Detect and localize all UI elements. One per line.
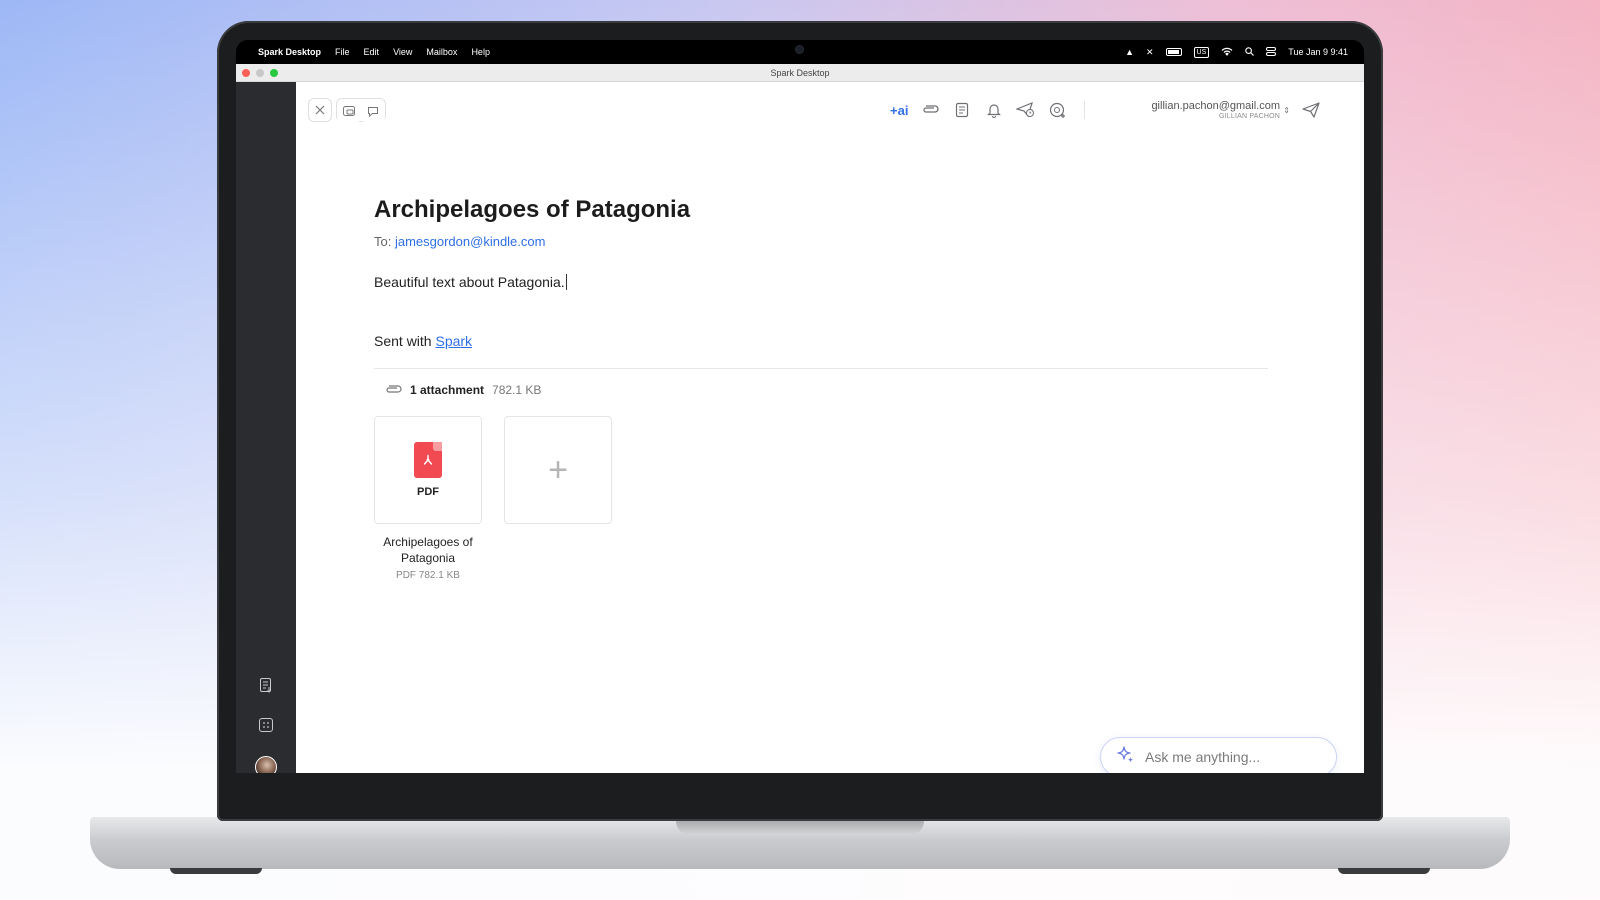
add-attachment-button[interactable]: +: [504, 416, 612, 524]
attachment-count: 1 attachment: [410, 383, 485, 397]
to-label: To:: [374, 234, 392, 249]
sender-chevron-icon[interactable]: ⇕: [1283, 106, 1290, 115]
attachments-divider: [374, 368, 1268, 369]
email-signature: Sent with Spark: [374, 333, 472, 349]
user-avatar[interactable]: [255, 756, 277, 773]
close-compose-button[interactable]: [308, 98, 332, 122]
view-toggle-group: [336, 98, 386, 123]
minimize-window-button[interactable]: [256, 69, 264, 77]
sparkle-icon: [1115, 745, 1135, 770]
menu-mailbox[interactable]: Mailbox: [426, 47, 457, 57]
input-source-badge[interactable]: US: [1193, 46, 1210, 58]
sender-email: gillian.pachon@gmail.com: [1151, 100, 1280, 112]
spark-status-icon[interactable]: ▲: [1125, 47, 1134, 57]
drafts-icon[interactable]: [256, 675, 276, 695]
attachment-meta: PDF 782.1 KB: [396, 570, 460, 581]
close-window-button[interactable]: [242, 69, 250, 77]
chat-bubble-icon: [368, 106, 378, 117]
menu-file[interactable]: File: [335, 47, 350, 57]
file-type-label: PDF: [417, 486, 439, 498]
email-body[interactable]: Beautiful text about Patagonia.: [374, 274, 567, 290]
camera-notch: [730, 40, 870, 64]
email-subject[interactable]: Archipelagoes of Patagonia: [374, 196, 690, 224]
toolbar-divider: [1084, 101, 1086, 119]
paperclip-icon: [386, 385, 402, 393]
window-titlebar: Spark Desktop: [236, 64, 1364, 82]
apps-grid-icon[interactable]: [256, 715, 276, 735]
close-icon: [315, 105, 325, 115]
sender-name: GILLIAN PACHON: [1218, 113, 1280, 120]
signature-prefix: Sent with: [374, 333, 432, 349]
plus-icon: +: [548, 450, 568, 489]
attachment-card[interactable]: PDF: [374, 416, 482, 524]
bell-reminder-icon[interactable]: [984, 100, 1004, 120]
recipient-address[interactable]: jamesgordon@kindle.com: [395, 234, 546, 249]
pdf-file-icon: [414, 442, 442, 478]
mute-icon[interactable]: ✕: [1146, 47, 1154, 58]
laptop-screen: Spark Desktop File Edit View Mailbox Hel…: [236, 40, 1364, 773]
body-text: Beautiful text about Patagonia.: [374, 274, 565, 290]
chat-view-button[interactable]: [361, 99, 385, 123]
minimize-window-icon: [343, 106, 355, 116]
wifi-icon[interactable]: [1221, 47, 1233, 58]
battery-icon[interactable]: [1165, 48, 1182, 56]
menu-help[interactable]: Help: [471, 47, 490, 57]
text-caret: [565, 274, 567, 290]
attachment-icon[interactable]: [920, 100, 940, 120]
ask-ai-placeholder: Ask me anything...: [1145, 749, 1261, 765]
attachment-name: Archipelagoes of Patagonia: [383, 535, 473, 565]
send-button[interactable]: [1302, 102, 1320, 123]
spotlight-search-icon[interactable]: [1245, 46, 1255, 58]
spark-link[interactable]: Spark: [435, 333, 472, 349]
menu-view[interactable]: View: [393, 47, 412, 57]
laptop-foot-right: [1338, 868, 1430, 874]
attachment-total-size: 782.1 KB: [492, 383, 542, 397]
attachments-header: 1 attachment 782.1 KB: [384, 383, 541, 397]
ai-assist-button[interactable]: +ai: [890, 103, 908, 118]
compose-window: +ai gillian.pachon@gmail.com GILLIAN PAC…: [296, 82, 1364, 773]
ask-ai-input[interactable]: Ask me anything...: [1100, 737, 1337, 773]
sidebar: [236, 82, 296, 773]
window-title: Spark Desktop: [770, 68, 830, 78]
menubar-status-area: ▲ ✕ US Tue Jan 9 9:41: [1125, 40, 1348, 64]
laptop-foot-left: [170, 868, 262, 874]
control-center-icon[interactable]: [1266, 46, 1277, 58]
menubar-clock[interactable]: Tue Jan 9 9:41: [1288, 47, 1348, 57]
paper-plane-icon: [1302, 102, 1320, 118]
recipient-line[interactable]: To: jamesgordon@kindle.com: [374, 234, 545, 249]
compose-toolbar-right: +ai: [890, 100, 1086, 120]
menu-edit[interactable]: Edit: [364, 47, 380, 57]
minimize-compose-button[interactable]: [337, 99, 361, 123]
window-controls: [242, 69, 278, 77]
mention-add-icon[interactable]: [1048, 100, 1068, 120]
menu-app-name[interactable]: Spark Desktop: [258, 47, 321, 57]
compose-toolbar-left: [308, 98, 386, 123]
send-later-icon[interactable]: [1016, 100, 1036, 120]
sender-selector[interactable]: gillian.pachon@gmail.com GILLIAN PACHON: [1151, 100, 1280, 120]
template-icon[interactable]: [952, 100, 972, 120]
zoom-window-button[interactable]: [270, 69, 278, 77]
